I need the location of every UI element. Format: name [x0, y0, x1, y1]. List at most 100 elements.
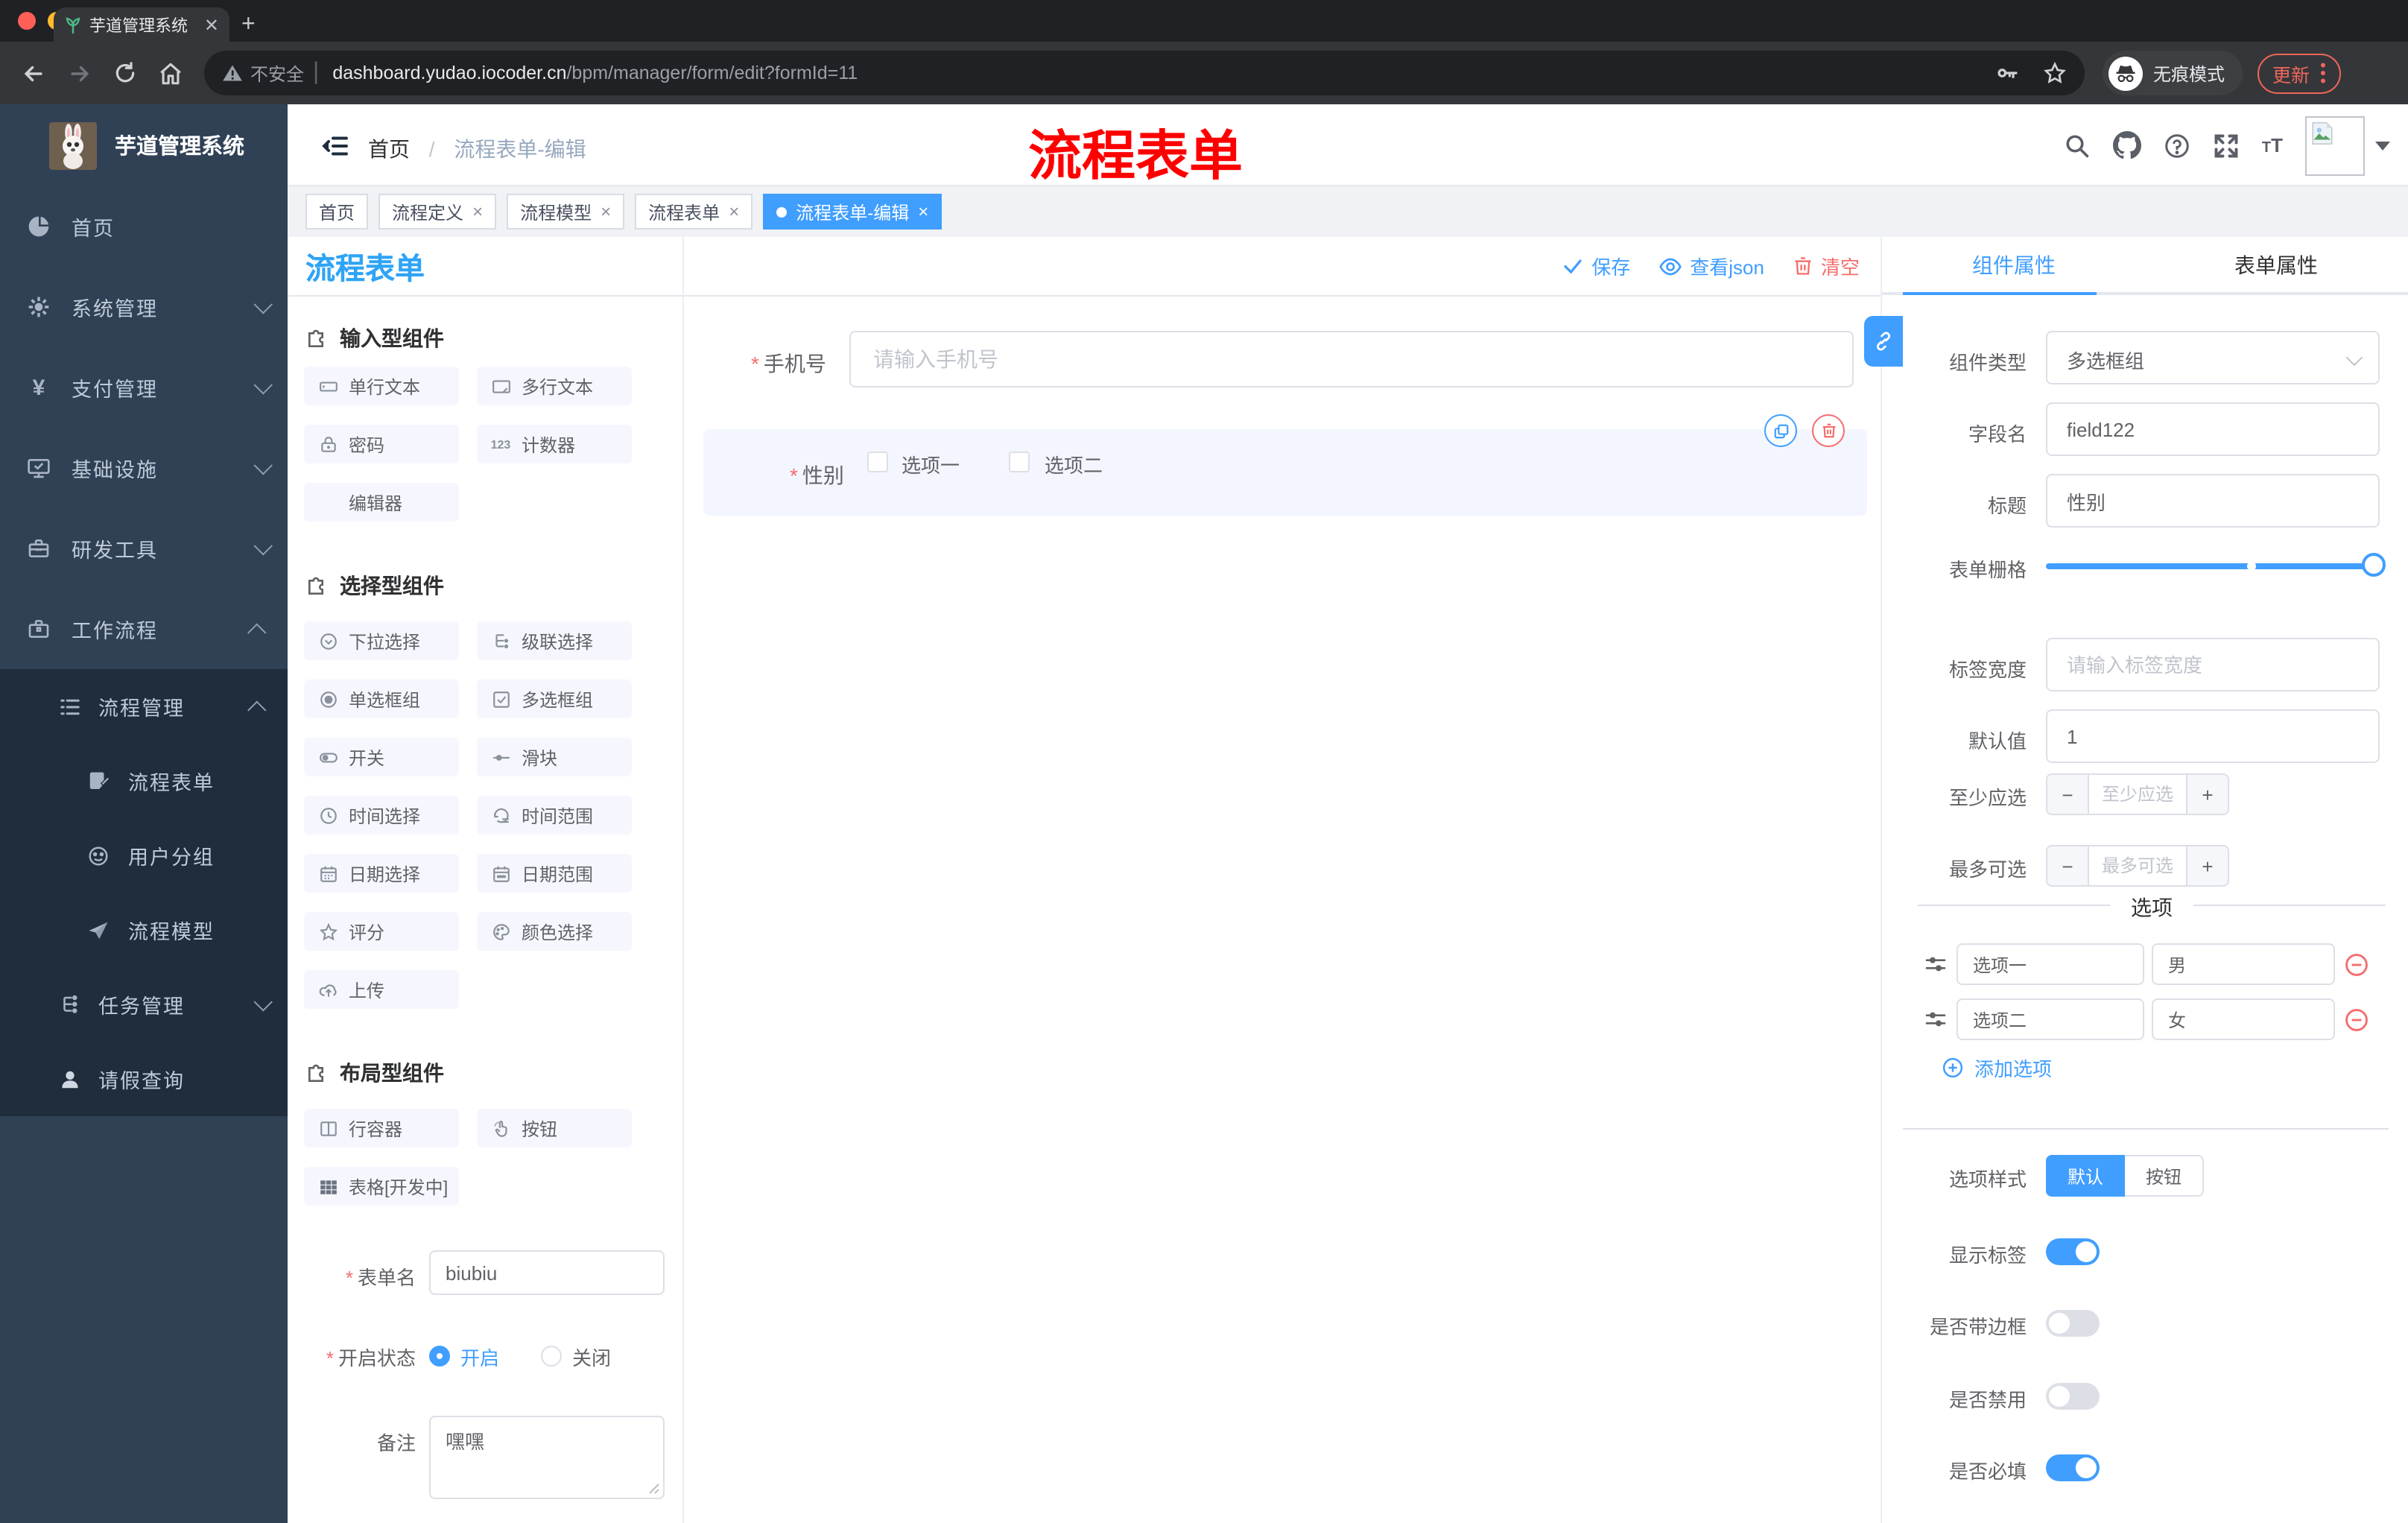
- show-label-toggle[interactable]: [2046, 1238, 2100, 1265]
- option1-value-input[interactable]: [2152, 943, 2335, 985]
- remark-textarea[interactable]: 嘿嘿: [429, 1416, 665, 1499]
- palette-item-password[interactable]: 密码: [304, 425, 459, 463]
- remove-option-icon[interactable]: [2344, 1007, 2369, 1033]
- disabled-toggle[interactable]: [2046, 1383, 2100, 1410]
- tag-home[interactable]: 首页: [305, 194, 369, 229]
- palette-item-textarea[interactable]: 多行文本: [477, 367, 632, 405]
- sidebar-item-pay[interactable]: ¥ 支付管理: [0, 347, 288, 428]
- remove-option-icon[interactable]: [2344, 952, 2369, 978]
- save-button[interactable]: 保存: [1562, 252, 1630, 280]
- password-key-icon[interactable]: [1995, 61, 2019, 85]
- add-option-button[interactable]: 添加选项: [1942, 1054, 2052, 1082]
- sidebar-item-home[interactable]: 首页: [0, 186, 288, 267]
- palette-item-slider[interactable]: 滑块: [477, 738, 632, 776]
- sidebar-item-process-model[interactable]: 流程模型: [0, 893, 288, 967]
- tag-close-icon[interactable]: ×: [729, 201, 739, 222]
- tag-process-model[interactable]: 流程模型 ×: [507, 194, 625, 229]
- clear-button[interactable]: 清空: [1793, 252, 1860, 280]
- palette-item-time-picker[interactable]: 时间选择: [304, 796, 459, 835]
- option1-label-input[interactable]: [1956, 943, 2144, 985]
- max-stepper-input[interactable]: [2089, 846, 2186, 885]
- avatar-caret-icon[interactable]: [2375, 141, 2390, 150]
- sidebar-item-system[interactable]: 系统管理: [0, 267, 288, 347]
- decrease-button[interactable]: −: [2047, 775, 2089, 814]
- back-icon[interactable]: [21, 60, 46, 86]
- not-secure-warning-icon[interactable]: [222, 63, 243, 83]
- tag-close-icon[interactable]: ×: [472, 201, 483, 222]
- drag-handle-icon[interactable]: [1924, 952, 1948, 976]
- view-json-button[interactable]: 查看json: [1658, 252, 1764, 280]
- sidebar-item-process-form[interactable]: 流程表单: [0, 744, 288, 818]
- address-bar[interactable]: 不安全 | dashboard.yudao.iocoder.cn /bpm/ma…: [204, 51, 2085, 95]
- delete-component-button[interactable]: [1812, 414, 1845, 447]
- style-button-button[interactable]: 按钮: [2125, 1155, 2204, 1197]
- browser-tab[interactable]: 芋道管理系统 ✕: [54, 7, 229, 42]
- sidebar-item-leave-query[interactable]: 请假查询: [0, 1042, 288, 1116]
- breadcrumb-home[interactable]: 首页: [368, 137, 410, 161]
- palette-item-table[interactable]: 表格[开发中]: [304, 1167, 459, 1206]
- title-input[interactable]: [2046, 474, 2380, 528]
- bookmark-star-icon[interactable]: [2043, 61, 2067, 85]
- gender-option2-label[interactable]: 选项二: [1045, 450, 1103, 478]
- tab-close-icon[interactable]: ✕: [204, 14, 219, 35]
- sidebar-item-devtool[interactable]: 研发工具: [0, 508, 288, 589]
- palette-item-cascader[interactable]: 级联选择: [477, 621, 632, 660]
- palette-item-checkbox-group[interactable]: 多选框组: [477, 680, 632, 718]
- new-tab-button[interactable]: +: [241, 7, 256, 42]
- field-name-input[interactable]: [2046, 402, 2380, 456]
- collapse-sidebar-icon[interactable]: [322, 133, 349, 159]
- gender-checkbox-2[interactable]: [1009, 452, 1030, 472]
- type-select[interactable]: 多选框组: [2046, 331, 2380, 384]
- search-icon[interactable]: [2064, 132, 2091, 159]
- radio-off[interactable]: 关闭: [541, 1342, 611, 1370]
- grid-slider[interactable]: [2046, 553, 2386, 577]
- tab-form-props[interactable]: 表单属性: [2144, 237, 2408, 295]
- palette-item-switch[interactable]: 开关: [304, 738, 459, 776]
- update-button[interactable]: 更新: [2258, 53, 2342, 93]
- palette-item-select[interactable]: 下拉选择: [304, 621, 459, 660]
- help-icon[interactable]: [2164, 132, 2190, 159]
- phone-input[interactable]: [849, 331, 1854, 387]
- tab-component-props[interactable]: 组件属性: [1882, 237, 2146, 295]
- copy-component-button[interactable]: [1764, 414, 1797, 447]
- github-icon[interactable]: [2112, 131, 2141, 159]
- sidebar-item-process-mgmt[interactable]: 流程管理: [0, 669, 288, 744]
- tag-active[interactable]: 流程表单-编辑 ×: [763, 194, 942, 229]
- sidebar-item-workflow[interactable]: 工作流程: [0, 589, 288, 669]
- slider-handle[interactable]: [2362, 553, 2386, 577]
- label-width-input[interactable]: [2046, 638, 2380, 691]
- sidebar-item-user-group[interactable]: 用户分组: [0, 818, 288, 893]
- palette-item-editor[interactable]: 编辑器: [304, 483, 459, 522]
- palette-item-button[interactable]: 按钮: [477, 1109, 632, 1147]
- palette-item-counter[interactable]: 123 计数器: [477, 425, 632, 463]
- gender-checkbox-1[interactable]: [867, 452, 888, 472]
- form-name-input[interactable]: [429, 1250, 665, 1295]
- avatar[interactable]: [2305, 115, 2365, 175]
- option2-value-input[interactable]: [2152, 998, 2335, 1040]
- font-size-icon[interactable]: TT: [2262, 134, 2283, 156]
- tag-close-icon[interactable]: ×: [918, 201, 928, 222]
- palette-item-time-range[interactable]: 时间范围: [477, 796, 632, 835]
- fullscreen-icon[interactable]: [2213, 132, 2240, 159]
- style-default-button[interactable]: 默认: [2046, 1155, 2125, 1197]
- palette-item-date-range[interactable]: 日期范围: [477, 854, 632, 893]
- palette-item-row-container[interactable]: 行容器: [304, 1109, 459, 1147]
- selected-component-gender[interactable]: * 性别 选项一 选项二: [703, 429, 1867, 516]
- increase-button[interactable]: +: [2186, 846, 2228, 885]
- palette-item-upload[interactable]: 上传: [304, 970, 459, 1009]
- reload-icon[interactable]: [113, 61, 137, 85]
- min-stepper-input[interactable]: [2089, 775, 2186, 814]
- radio-on[interactable]: 开启: [429, 1342, 499, 1370]
- palette-item-single-text[interactable]: 单行文本: [304, 367, 459, 405]
- security-label[interactable]: 不安全: [250, 60, 304, 86]
- browser-menu-icon[interactable]: [2320, 63, 2326, 83]
- drag-handle-icon[interactable]: [1924, 1007, 1948, 1031]
- close-window-button[interactable]: [18, 12, 36, 30]
- tag-process-def[interactable]: 流程定义 ×: [378, 194, 497, 229]
- palette-item-date-picker[interactable]: 日期选择: [304, 854, 459, 893]
- forward-icon[interactable]: [67, 60, 92, 86]
- palette-item-rate[interactable]: 评分: [304, 912, 459, 951]
- default-value-input[interactable]: [2046, 709, 2380, 763]
- gender-option1-label[interactable]: 选项一: [902, 450, 960, 478]
- palette-item-color-picker[interactable]: 颜色选择: [477, 912, 632, 951]
